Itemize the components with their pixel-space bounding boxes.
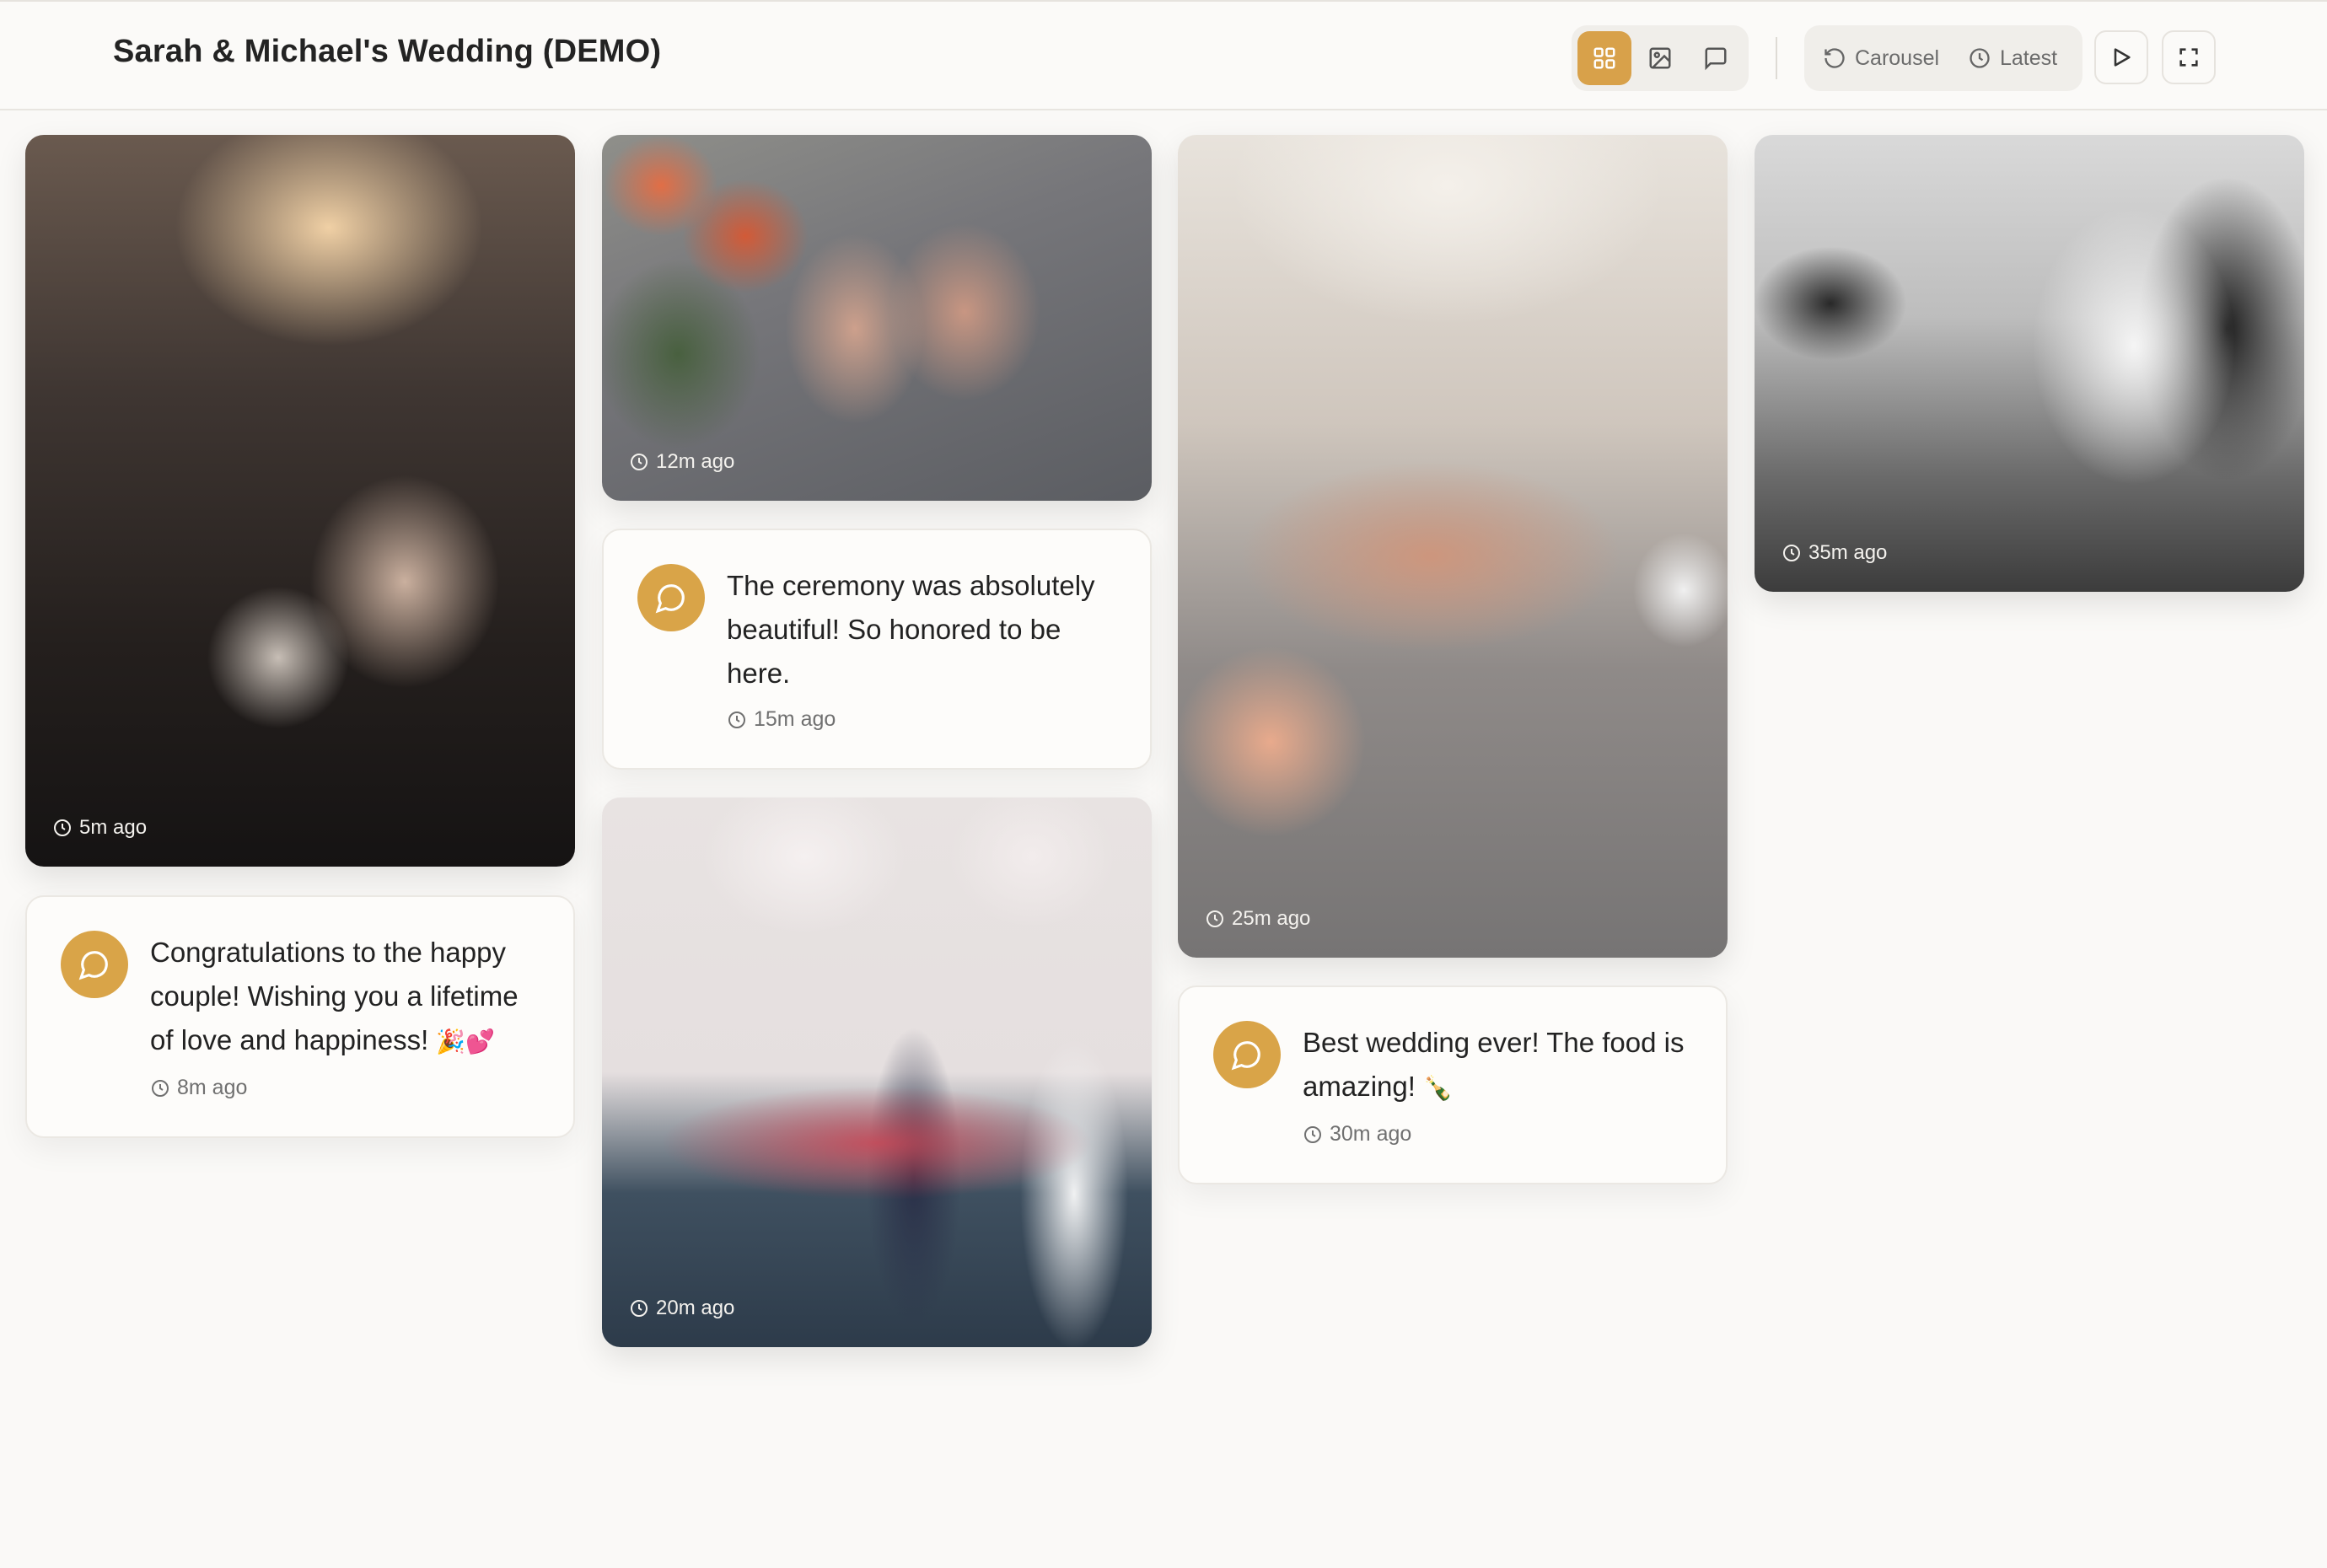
clock-icon: [54, 819, 71, 836]
message-icon: [655, 584, 685, 614]
message-text: The ceremony was absolutely beautiful! S…: [727, 570, 1095, 689]
photo-timestamp: 12m ago: [629, 450, 734, 474]
message-emoji: 🎉💕: [436, 1028, 496, 1055]
view-toggle-group: [1572, 25, 1749, 91]
messages-view-button[interactable]: [1689, 31, 1743, 85]
message-emoji: 🍾: [1423, 1074, 1453, 1102]
rotate-ccw-icon: [1825, 48, 1845, 68]
display-mode-group: Carousel Latest: [1804, 25, 2082, 91]
grid-icon: [1593, 47, 1615, 69]
grid-view-button[interactable]: [1577, 31, 1631, 85]
image-icon: [1649, 47, 1671, 69]
message-avatar: [1213, 1021, 1281, 1088]
message-timestamp: 30m ago: [1303, 1122, 1411, 1146]
latest-button[interactable]: Latest: [1968, 25, 2057, 91]
message-card[interactable]: The ceremony was absolutely beautiful! S…: [602, 529, 1152, 770]
clock-icon: [1304, 1125, 1321, 1143]
clock-icon: [152, 1079, 169, 1097]
photos-view-button[interactable]: [1633, 31, 1687, 85]
clock-icon: [1970, 48, 1990, 68]
photo-card[interactable]: 5m ago: [25, 135, 575, 867]
photo-card[interactable]: 25m ago: [1178, 135, 1728, 958]
message-text: Congratulations to the happy couple! Wis…: [150, 937, 519, 1055]
photo-timestamp: 35m ago: [1782, 541, 1887, 565]
carousel-label: Carousel: [1855, 46, 1940, 70]
play-button[interactable]: [2094, 30, 2148, 84]
photo-card[interactable]: 12m ago: [602, 135, 1152, 501]
clock-icon: [1206, 910, 1223, 927]
message-card[interactable]: Best wedding ever! The food is amazing! …: [1178, 985, 1728, 1184]
photo-timestamp: 5m ago: [52, 816, 147, 840]
message-avatar: [61, 931, 128, 998]
message-card[interactable]: Congratulations to the happy couple! Wis…: [25, 895, 575, 1138]
photo-timestamp: 25m ago: [1205, 907, 1310, 931]
fullscreen-button[interactable]: [2162, 30, 2216, 84]
message-icon: [78, 951, 108, 980]
message-timestamp: 8m ago: [150, 1076, 247, 1100]
photo-card[interactable]: 20m ago: [602, 797, 1152, 1347]
message-text: Best wedding ever! The food is amazing! …: [1303, 1027, 1685, 1102]
latest-label: Latest: [2000, 46, 2058, 70]
clock-icon: [1783, 545, 1800, 561]
clock-icon: [728, 711, 745, 728]
clock-icon: [631, 1300, 648, 1317]
message-icon: [1705, 47, 1727, 71]
fullscreen-icon: [2179, 48, 2198, 67]
event-title: Sarah & Michael's Wedding (DEMO): [113, 34, 662, 69]
carousel-button[interactable]: Carousel: [1823, 25, 1939, 91]
clock-icon: [631, 454, 648, 470]
photo-timestamp: 20m ago: [629, 1297, 734, 1320]
top-bar: Sarah & Michael's Wedding (DEMO) Carouse…: [0, 0, 2327, 110]
message-timestamp: 15m ago: [727, 707, 836, 732]
message-avatar: [637, 564, 705, 631]
message-icon: [1231, 1041, 1260, 1071]
header-divider: [1776, 37, 1777, 79]
play-icon: [2114, 48, 2131, 67]
photo-card[interactable]: 35m ago: [1755, 135, 2304, 592]
